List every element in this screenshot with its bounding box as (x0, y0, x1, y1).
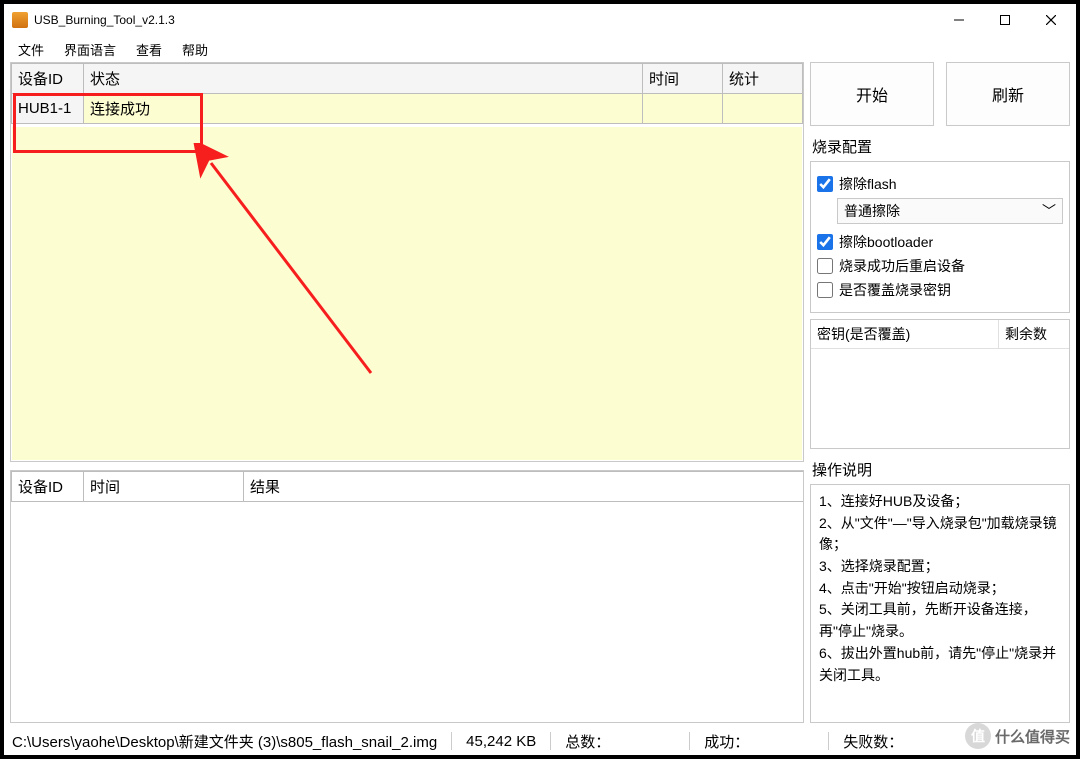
close-button[interactable] (1028, 5, 1074, 35)
statusbar: C:\Users\yaohe\Desktop\新建文件夹 (3)\s805_fl… (4, 727, 1076, 755)
status-size: 45,242 KB (466, 733, 536, 750)
menu-view[interactable]: 查看 (128, 38, 170, 61)
watermark-text: 什么值得买 (995, 726, 1070, 747)
log-col-result[interactable]: 结果 (244, 472, 805, 502)
reboot-after-label: 烧录成功后重启设备 (839, 256, 965, 276)
overwrite-key-checkbox[interactable] (817, 282, 833, 298)
instr-line: 5、关闭工具前，先断开设备连接，再"停止"烧录。 (819, 599, 1061, 642)
status-total: 总数： (565, 731, 675, 752)
log-col-time[interactable]: 时间 (84, 472, 244, 502)
erase-mode-select[interactable]: 普通擦除 ﹀ (837, 198, 1063, 224)
chevron-down-icon: ﹀ (1042, 201, 1056, 221)
instructions-title: 操作说明 (812, 459, 1068, 480)
log-table: 设备ID 时间 结果 (11, 471, 804, 502)
log-col-id[interactable]: 设备ID (12, 472, 84, 502)
status-path: C:\Users\yaohe\Desktop\新建文件夹 (3)\s805_fl… (12, 731, 437, 752)
log-table-panel[interactable]: 设备ID 时间 结果 (10, 470, 804, 723)
cell-time (643, 94, 723, 124)
window-controls (936, 5, 1074, 35)
menu-help[interactable]: 帮助 (174, 38, 216, 61)
maximize-button[interactable] (982, 5, 1028, 35)
col-status[interactable]: 状态 (84, 64, 643, 94)
erase-flash-label: 擦除flash (839, 174, 897, 194)
instr-line: 4、点击"开始"按钮启动烧录； (819, 578, 1061, 600)
erase-bootloader-label: 擦除bootloader (839, 232, 933, 252)
instructions-section: 操作说明 1、连接好HUB及设备； 2、从"文件"—"导入烧录包"加载烧录镜像；… (810, 455, 1070, 723)
erase-bootloader-checkbox[interactable] (817, 234, 833, 250)
config-title: 烧录配置 (812, 136, 1068, 157)
instr-line: 1、连接好HUB及设备； (819, 491, 1061, 513)
cell-stat (723, 94, 803, 124)
instr-line: 2、从"文件"—"导入烧录包"加载烧录镜像； (819, 513, 1061, 556)
col-device-id[interactable]: 设备ID (12, 64, 84, 94)
window-title: USB_Burning_Tool_v2.1.3 (34, 13, 936, 27)
table-row[interactable]: HUB1-1 连接成功 (12, 94, 803, 124)
watermark: 值 什么值得买 (965, 723, 1070, 749)
menu-file[interactable]: 文件 (10, 38, 52, 61)
instructions-panel: 1、连接好HUB及设备； 2、从"文件"—"导入烧录包"加载烧录镜像； 3、选择… (810, 484, 1070, 723)
reboot-after-checkbox[interactable] (817, 258, 833, 274)
col-time[interactable]: 时间 (643, 64, 723, 94)
key-panel: 密钥(是否覆盖) 剩余数 (810, 319, 1070, 449)
start-button[interactable]: 开始 (810, 62, 934, 126)
key-col2[interactable]: 剩余数 (999, 320, 1069, 348)
status-success: 成功： (704, 731, 814, 752)
menubar: 文件 界面语言 查看 帮助 (4, 36, 1076, 62)
config-section: 烧录配置 擦除flash 普通擦除 ﹀ 擦除bootloader 烧录成功后重启… (810, 132, 1070, 313)
minimize-button[interactable] (936, 5, 982, 35)
key-col1[interactable]: 密钥(是否覆盖) (811, 320, 999, 348)
cell-device-id: HUB1-1 (12, 94, 84, 124)
status-fail: 失败数： (843, 731, 903, 752)
table-empty-area (12, 127, 802, 460)
cell-status: 连接成功 (84, 94, 643, 124)
instr-line: 3、选择烧录配置； (819, 556, 1061, 578)
erase-mode-value: 普通擦除 (844, 201, 900, 221)
titlebar: USB_Burning_Tool_v2.1.3 (4, 4, 1076, 36)
overwrite-key-label: 是否覆盖烧录密钥 (839, 280, 951, 300)
device-table-panel: 设备ID 状态 时间 统计 HUB1-1 连接成功 (10, 62, 804, 462)
instr-line: 6、拔出外置hub前，请先"停止"烧录并关闭工具。 (819, 643, 1061, 686)
watermark-badge-icon: 值 (965, 723, 991, 749)
app-icon (12, 12, 28, 28)
device-table: 设备ID 状态 时间 统计 HUB1-1 连接成功 (11, 63, 803, 124)
erase-flash-checkbox[interactable] (817, 176, 833, 192)
col-stat[interactable]: 统计 (723, 64, 803, 94)
menu-language[interactable]: 界面语言 (56, 38, 124, 61)
refresh-button[interactable]: 刷新 (946, 62, 1070, 126)
